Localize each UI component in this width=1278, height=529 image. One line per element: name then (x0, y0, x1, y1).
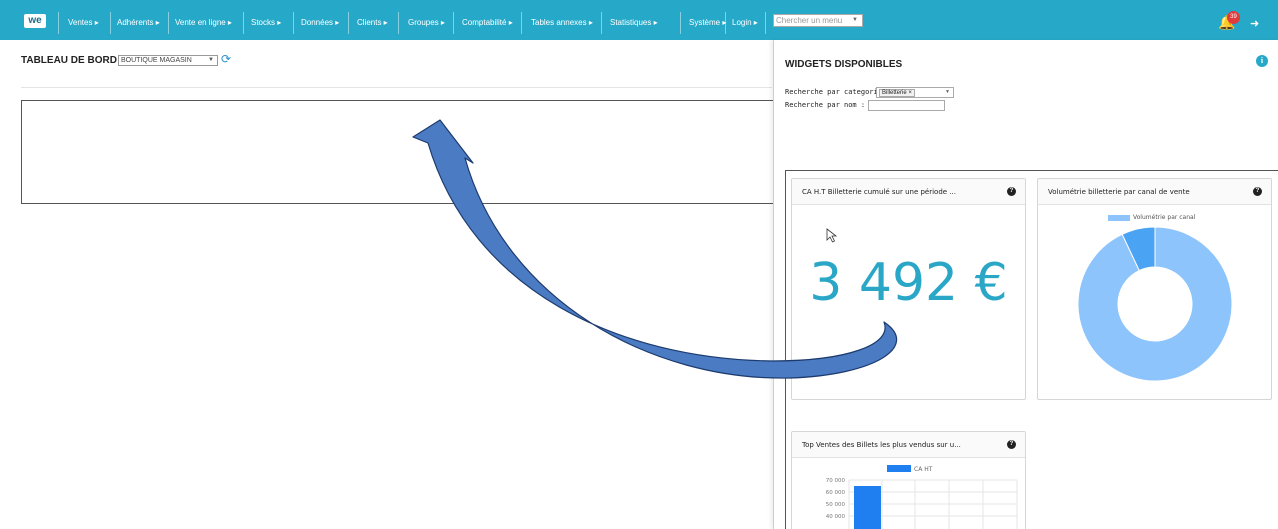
arrow-shape (412, 119, 898, 379)
drag-arrow-annotation (412, 119, 898, 379)
